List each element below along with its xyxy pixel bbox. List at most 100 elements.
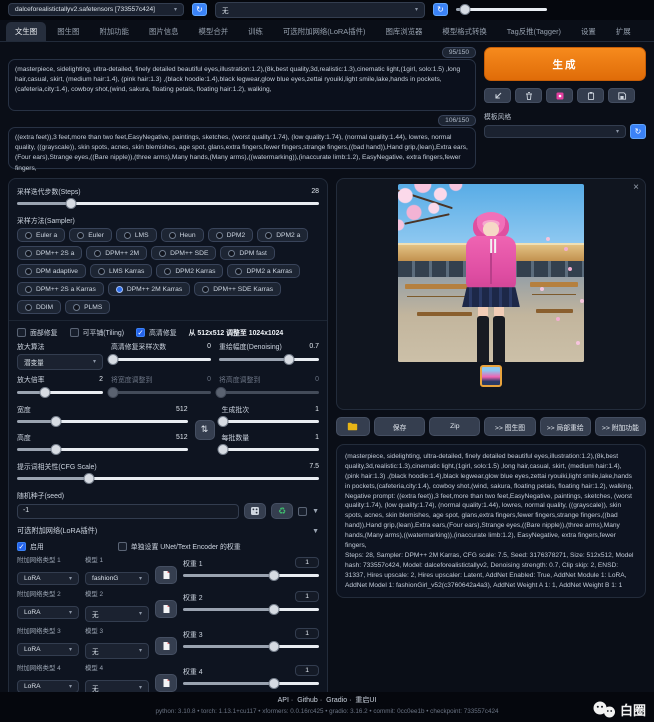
lora-weight-slider[interactable] (183, 641, 319, 652)
sampler-option[interactable]: Euler a (17, 228, 65, 242)
cfg-value[interactable]: 7.5 (309, 463, 319, 470)
tab-checkpoint-merger[interactable]: 模型合并 (190, 22, 238, 41)
tab-png-info[interactable]: 图片信息 (140, 22, 188, 41)
lora-weight-slider[interactable] (183, 570, 319, 581)
width-value[interactable]: 512 (176, 406, 188, 413)
extra-seed-checkbox[interactable] (298, 507, 307, 516)
positive-prompt-input[interactable]: (masterpiece, sidelighting, ultra-detail… (8, 59, 476, 111)
tab-extensions[interactable]: 扩展 (607, 22, 640, 41)
read-params-button[interactable] (484, 88, 511, 103)
upscale-by-slider[interactable] (17, 387, 103, 398)
batch-size-value[interactable]: 1 (315, 434, 319, 441)
sampler-option[interactable]: DPM2 a (257, 228, 308, 242)
steps-value[interactable]: 28 (311, 188, 319, 195)
seed-input[interactable]: -1 (17, 504, 239, 519)
generate-button[interactable]: 生成 (484, 47, 646, 81)
batch-size-slider[interactable] (222, 444, 319, 455)
gradio-link[interactable]: Gradio (326, 697, 347, 704)
lora-weight-value[interactable]: 1 (295, 591, 319, 602)
batch-count-slider[interactable] (222, 416, 319, 427)
lora-model-info-button[interactable] (155, 674, 177, 692)
width-slider[interactable] (17, 416, 188, 427)
lora-model-select[interactable]: 无▾ (85, 606, 149, 622)
lora-model-info-button[interactable] (155, 637, 177, 655)
lora-model-info-button[interactable] (155, 600, 177, 618)
face-restore-checkbox[interactable]: 面部修复 (17, 327, 58, 337)
tab-txt2img[interactable]: 文生图 (6, 22, 46, 41)
refresh-styles-button[interactable]: ↻ (630, 124, 646, 139)
height-slider[interactable] (17, 444, 188, 455)
collapse-icon[interactable]: ▼ (312, 528, 319, 535)
tab-model-converter[interactable]: 模型格式转换 (433, 22, 495, 41)
lora-type-select[interactable]: LoRA▾ (17, 643, 79, 656)
clear-prompt-button[interactable] (515, 88, 542, 103)
tab-train[interactable]: 训练 (239, 22, 272, 41)
tab-additional-networks[interactable]: 可选附加网络(LoRA插件) (274, 22, 375, 41)
upscaler-select[interactable]: 潜变量▾ (17, 354, 103, 370)
clip-skip-slider[interactable] (456, 4, 547, 15)
lora-weight-value[interactable]: 1 (295, 557, 319, 568)
reuse-seed-button[interactable]: ♻ (271, 503, 293, 519)
save-style-button[interactable] (608, 88, 635, 103)
addnet-separate-checkbox[interactable]: 单独设置 UNet/Text Encoder 的权重 (118, 541, 241, 551)
denoise-value[interactable]: 0.7 (309, 343, 319, 350)
generated-image[interactable] (398, 184, 584, 362)
sampler-option[interactable]: DPM adaptive (17, 264, 86, 278)
sampler-option[interactable]: DPM fast (220, 246, 275, 260)
refresh-checkpoint-button[interactable]: ↻ (192, 3, 207, 16)
lora-type-select[interactable]: LoRA▾ (17, 606, 79, 619)
sampler-option-selected[interactable]: DPM++ 2M Karras (108, 282, 190, 296)
apply-style-button[interactable] (577, 88, 604, 103)
swap-dimensions-button[interactable]: ⇅ (195, 420, 215, 440)
hires-steps-slider[interactable] (111, 354, 211, 365)
cfg-slider[interactable] (17, 473, 319, 484)
lora-type-select[interactable]: LoRA▾ (17, 572, 79, 585)
send-to-img2img-button[interactable]: >> 图生图 (484, 417, 535, 436)
lora-weight-value[interactable]: 1 (295, 665, 319, 676)
addnet-enable-checkbox[interactable]: ✓启用 (17, 541, 44, 551)
sampler-option[interactable]: DPM++ 2S a (17, 246, 82, 260)
sampler-option[interactable]: DPM++ 2S a Karras (17, 282, 104, 296)
gallery-thumbnail[interactable] (480, 365, 502, 387)
result-gallery[interactable]: × (336, 178, 646, 410)
steps-slider[interactable] (17, 198, 319, 209)
sampler-option[interactable]: DPM2 Karras (156, 264, 223, 278)
close-icon[interactable]: × (633, 182, 639, 193)
sampler-option[interactable]: DPM++ 2M (86, 246, 147, 260)
send-to-extras-button[interactable]: >> 附加功能 (595, 417, 646, 436)
tiling-checkbox[interactable]: 可平铺(Tiling) (70, 327, 124, 337)
api-link[interactable]: API (278, 697, 289, 704)
extra-networks-button[interactable] (546, 88, 573, 103)
sampler-option[interactable]: DPM2 (208, 228, 254, 242)
tab-extras[interactable]: 附加功能 (90, 22, 138, 41)
lora-weight-value[interactable]: 1 (295, 628, 319, 639)
lora-model-select[interactable]: 无▾ (85, 643, 149, 659)
tab-tagger[interactable]: Tag反推(Tagger) (498, 22, 570, 41)
github-link[interactable]: Github (297, 697, 318, 704)
send-to-inpaint-button[interactable]: >> 局部重绘 (540, 417, 591, 436)
tab-image-browser[interactable]: 图库浏览器 (376, 22, 431, 41)
addnet-title[interactable]: 可选附加网络(LoRA插件) (17, 526, 97, 536)
sampler-option[interactable]: Euler (69, 228, 112, 242)
sampler-option[interactable]: Heun (161, 228, 204, 242)
random-seed-button[interactable] (244, 503, 266, 519)
lora-weight-slider[interactable] (183, 604, 319, 615)
height-value[interactable]: 512 (176, 434, 188, 441)
negative-prompt-input[interactable]: ((extra feet)),3 feet,more than two feet… (8, 127, 476, 169)
checkpoint-select[interactable]: dalceforealistictallyv2.safetensors [733… (8, 3, 184, 16)
lora-model-info-button[interactable] (155, 566, 177, 584)
sampler-option[interactable]: LMS Karras (90, 264, 152, 278)
sampler-option[interactable]: LMS (116, 228, 157, 242)
batch-count-value[interactable]: 1 (315, 406, 319, 413)
open-folder-button[interactable] (336, 417, 370, 436)
denoise-slider[interactable] (219, 354, 319, 365)
sampler-option[interactable]: DDIM (17, 300, 61, 314)
sampler-option[interactable]: DPM2 a Karras (227, 264, 300, 278)
lora-weight-slider[interactable] (183, 678, 319, 689)
tab-img2img[interactable]: 图生图 (48, 22, 88, 41)
sampler-option[interactable]: DPM++ SDE Karras (194, 282, 281, 296)
save-button[interactable]: 保存 (374, 417, 425, 436)
sampler-option[interactable]: PLMS (65, 300, 110, 314)
sampler-option[interactable]: DPM++ SDE (151, 246, 216, 260)
refresh-vae-button[interactable]: ↻ (433, 3, 448, 16)
